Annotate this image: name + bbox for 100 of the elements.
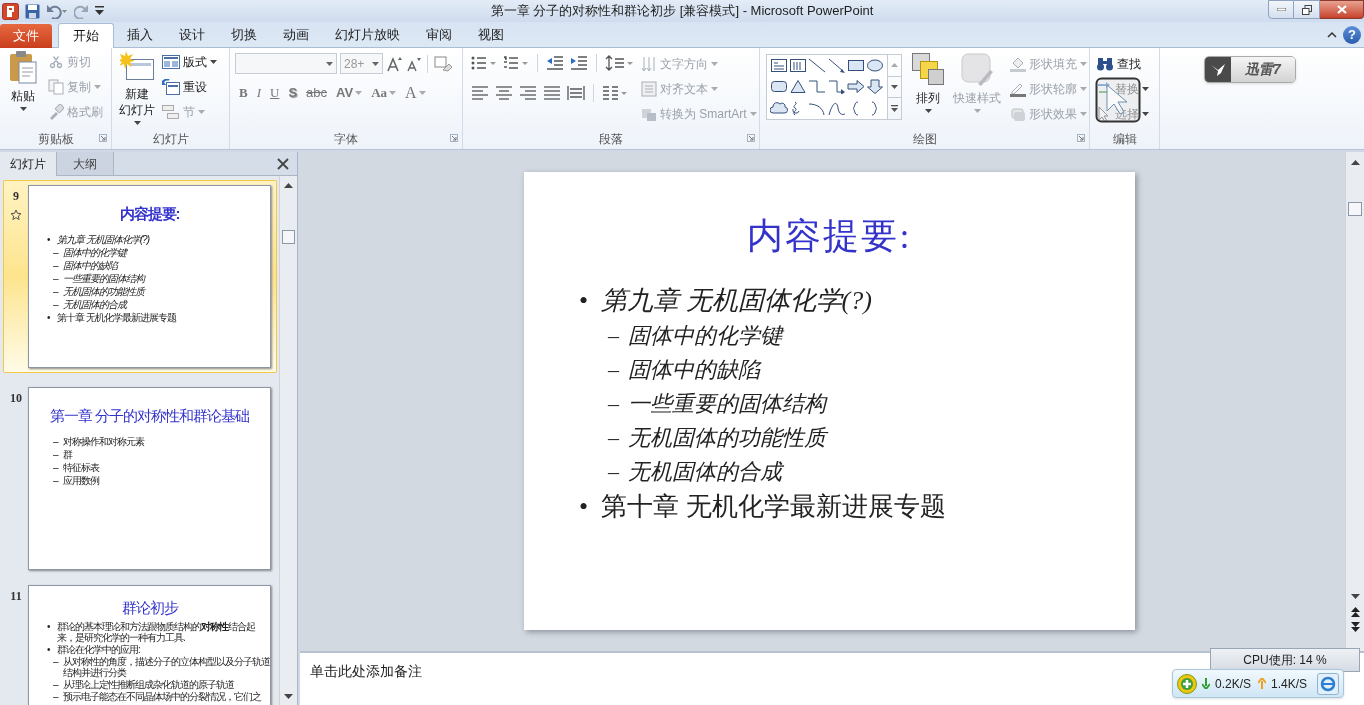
format-button[interactable]: U [266,82,284,104]
slide-thumbnail-item[interactable]: 10 第一章 分子的对称性和群论基础 – 对称操作和对称元素 – 群 – 特征标表 – 应用数例 [3,386,277,571]
scrollbar-thumb[interactable] [282,230,295,244]
bullet-marker: – [608,458,620,486]
caret-icon[interactable] [210,60,217,64]
font-name-field[interactable] [235,53,337,74]
format-button[interactable]: I [252,82,265,104]
button-label: 快速样式 [953,90,1001,106]
vertical-text-box-icon[interactable] [789,58,807,74]
ribbon-tab[interactable]: 动画 [270,23,322,47]
save-icon[interactable] [25,3,40,19]
close-icon[interactable] [277,157,289,170]
elbow-arrow-icon[interactable] [827,79,846,95]
pane-tab[interactable]: 大纲 [57,152,114,175]
collapse-ribbon-icon[interactable] [1327,31,1337,38]
ribbon-button[interactable]: 版式 [162,50,217,74]
thumbnail-title: 内容提要: [118,205,181,223]
format-button[interactable]: A [401,82,430,104]
numbering-icon[interactable] [503,55,529,71]
group-label: 段落 [599,131,623,148]
rounded-rectangle-icon[interactable] [769,79,788,95]
dialog-launcher-icon[interactable] [99,134,107,142]
rectangle-icon[interactable] [847,58,865,74]
button-label: 查找 [1117,56,1141,73]
format-button[interactable]: Aa [367,82,401,104]
line-icon[interactable] [808,58,827,74]
dialog-launcher-icon[interactable] [747,134,755,142]
grow-font-icon[interactable] [386,55,402,72]
caret-icon[interactable] [326,61,333,66]
triangle-icon[interactable] [789,79,807,95]
align-center-icon[interactable] [495,85,513,101]
security-icon[interactable] [1177,673,1197,694]
columns-icon[interactable] [602,85,628,101]
bullet-marker: – [53,298,60,311]
ribbon-tab[interactable]: 插入 [114,23,166,47]
caret-icon[interactable] [1142,87,1149,91]
addin-logo[interactable]: 迅雷7 [1204,56,1296,83]
ribbon-tab[interactable]: 切换 [218,23,270,47]
curve-icon[interactable] [827,100,846,116]
slide-thumbnail[interactable]: 内容提要: • 第九章 无机固体化学(?) – 固体中的化学键 – 固体中的缺陷 – 一些重要的固体结构 – 无机固体的功能性质 – 无机固体的合成 • 第十章 无机化学最新进展专题 [28,185,271,368]
ribbon-button[interactable]: 重设 [162,75,217,99]
align-left-icon[interactable] [471,85,489,101]
text-box-icon[interactable] [769,58,788,74]
ribbon-button[interactable]: 查找 [1096,52,1159,76]
ribbon-tab[interactable]: 幻灯片放映 [322,23,413,47]
app-icon[interactable] [2,2,19,20]
slide-thumbnail[interactable]: 第一章 分子的对称性和群论基础 – 对称操作和对称元素 – 群 – 特征标表 – 应用数例 [28,387,271,570]
right-arrow-icon[interactable] [847,79,865,95]
dialog-launcher-icon[interactable] [1077,134,1085,142]
bullet-text: 特征标表 [63,461,99,474]
caret-icon[interactable] [372,61,379,66]
format-button[interactable]: AV [332,82,367,104]
bullets-icon[interactable] [471,55,497,71]
align-right-icon[interactable] [519,85,537,101]
clear-formatting-icon[interactable] [434,55,452,72]
close-button[interactable] [1320,0,1364,19]
slide-canvas[interactable]: 内容提要: • 第九章 无机固体化学(?) – 固体中的化学键 – 固体中的缺陷 – 一些重要的固体结构 – 无机固体的功能性质 – 无机固体的合成 • 第十章 无机化学最新进展专题 [524,172,1135,630]
help-button[interactable]: ? [1343,25,1361,44]
line-spacing-icon[interactable] [605,55,633,71]
decrease-indent-icon[interactable] [546,55,564,71]
slide-thumbnail[interactable]: 群论初步 • 群论的基本理论和方法跟物质结构的对称性结合起来，是研究化学的一种有力工具. • 群论在化学中的应用: – 从对称性的角度，描述分子的立体构型以及分子轨道结构并进行分类 – 从理论上定性推断组成杂化轨道的原子轨道 – 预示电子能态在不同晶体场中的分裂情况，它们之 [28,585,271,705]
pane-tab[interactable]: 幻灯片 [0,152,57,176]
down-arrow-icon[interactable] [866,79,885,95]
caret-icon[interactable] [924,109,932,113]
ribbon-tab[interactable]: 设计 [166,23,218,47]
ribbon-tab[interactable]: 审阅 [413,23,465,47]
shape-gallery[interactable] [766,54,888,120]
scrollbar-thumb[interactable] [1348,202,1362,216]
oval-icon[interactable] [866,58,885,74]
shrink-font-icon[interactable] [405,55,421,72]
slide-thumbnail-item[interactable]: 9 内容提要: • 第九章 无机固体化学(?) – 固体中的化学键 – 固体中的缺陷 – 一些重要的固体结构 – 无机固体的功能性质 – 无机固体的合成 • 第十章 无机化学最新进展专题 [3,180,277,373]
caret-icon[interactable] [133,121,141,125]
arc-icon[interactable] [808,100,827,116]
bullet-text: 对称操作和对称元素 [63,435,144,448]
distributed-icon[interactable] [567,85,585,101]
justify-icon[interactable] [543,85,561,101]
format-button[interactable]: B [235,82,252,104]
increase-indent-icon[interactable] [570,55,588,71]
ribbon-tab[interactable]: 文件 [0,24,52,48]
undo-icon[interactable] [46,3,68,19]
ribbon-tab[interactable]: 开始 [58,23,114,48]
caret-icon[interactable] [1142,112,1149,116]
restore-icon [1301,4,1312,15]
ribbon-button[interactable]: 排列 [908,50,948,126]
format-button[interactable]: abc [302,82,332,104]
browser-button[interactable] [1317,672,1339,695]
bullet-marker: • [579,491,590,523]
cloud-icon[interactable] [769,100,788,116]
button-label: 新建 [125,86,149,102]
restore-button[interactable] [1294,0,1320,19]
slide-thumbnail-item[interactable]: 11 群论初步 • 群论的基本理论和方法跟物质结构的对称性结合起来，是研究化学的一种有力工具. • 群论在化学中的应用: – 从对称性的角度，描述分子的立体构型以及分子轨道结构并进行分类 – 从理论上定性推断组成杂化轨道的原子轨道 – 预示电子能态在不同晶体场中的分裂情况，它们之 [3,584,277,705]
dialog-launcher-icon[interactable] [450,134,458,142]
caret-icon[interactable] [19,107,27,111]
ribbon-tab[interactable]: 视图 [465,23,517,47]
ribbon-button[interactable]: 粘贴 [4,48,42,124]
ribbon-button[interactable]: 新建 幻灯片 [116,48,158,125]
customize-toolbar-icon[interactable] [95,6,104,16]
arrow-line-icon[interactable] [827,58,846,74]
format-button[interactable]: S [284,82,302,104]
caret-icon[interactable] [891,85,898,89]
